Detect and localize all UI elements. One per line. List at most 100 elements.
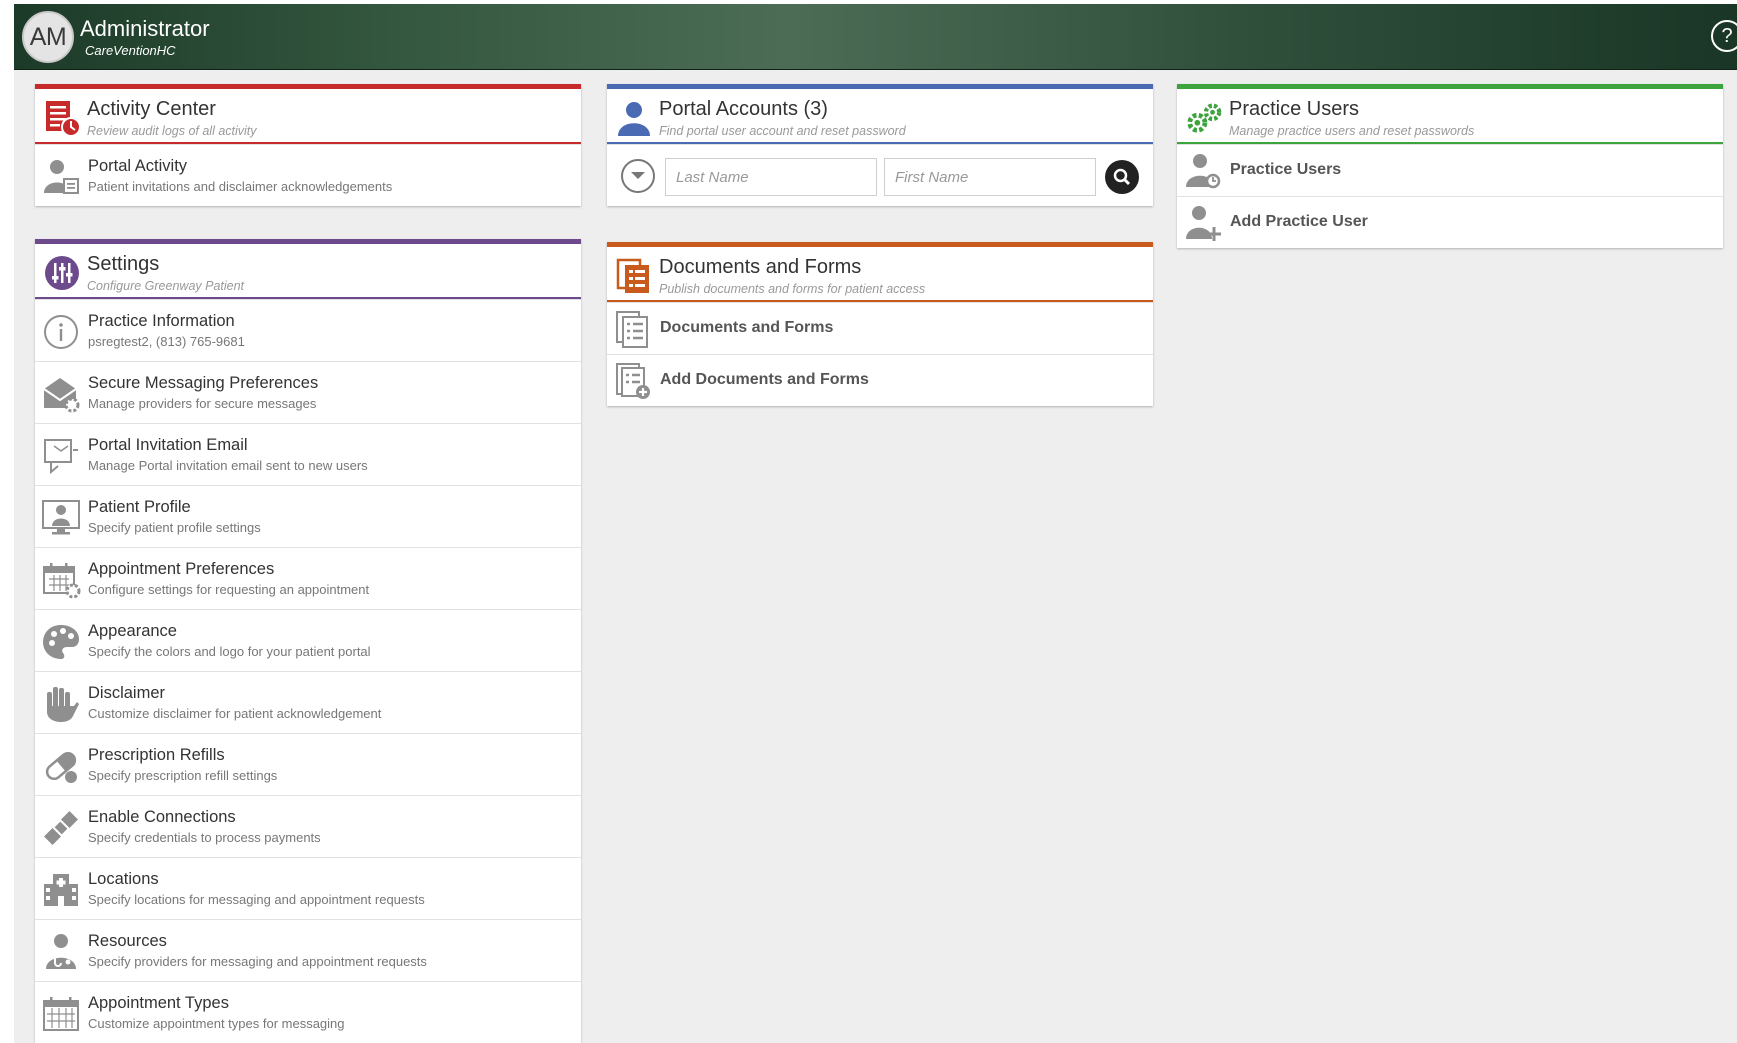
settings-item-appearance[interactable]: Appearance Specify the colors and logo f… (35, 609, 581, 671)
patient-monitor-icon (41, 498, 81, 538)
item-title: Disclaimer (88, 684, 166, 702)
item-title: Enable Connections (88, 808, 236, 826)
practice-users-header[interactable]: Practice Users Manage practice users and… (1177, 84, 1723, 144)
activity-item-portal-activity[interactable]: Portal Activity Patient invitations and … (35, 144, 581, 206)
item-title: Patient Profile (88, 498, 191, 516)
search-icon[interactable] (1105, 160, 1139, 194)
info-icon (41, 312, 81, 352)
item-subtitle: psregtest2, (813) 765-9681 (88, 334, 245, 349)
pill-icon (41, 746, 81, 786)
item-title: Practice Users (1230, 161, 1342, 178)
documents-forms-title: Documents and Forms (659, 256, 862, 278)
documents-item-documents-and-forms[interactable]: Documents and Forms (607, 302, 1153, 354)
settings-item-enable-connections[interactable]: Enable Connections Specify credentials t… (35, 795, 581, 857)
item-title: Practice Information (88, 312, 235, 330)
question-circle-icon[interactable]: ? (1711, 20, 1737, 52)
documents-icon (615, 257, 653, 295)
settings-item-patient-profile[interactable]: Patient Profile Specify patient profile … (35, 485, 581, 547)
item-subtitle: Customize appointment types for messagin… (88, 1016, 345, 1031)
calendar-gear-icon (41, 560, 81, 600)
practice-item-add-practice-user[interactable]: Add Practice User (1177, 196, 1723, 248)
settings-item-prescription-refills[interactable]: Prescription Refills Specify prescriptio… (35, 733, 581, 795)
portal-search-bar (607, 144, 1153, 206)
item-title: Appointment Types (88, 994, 229, 1012)
item-title: Secure Messaging Preferences (88, 374, 319, 392)
first-name-input[interactable] (884, 158, 1096, 196)
item-subtitle: Specify prescription refill settings (88, 768, 278, 783)
practice-users-title: Practice Users (1229, 98, 1360, 120)
item-subtitle: Specify providers for messaging and appo… (88, 954, 427, 969)
plug-icon (41, 808, 81, 848)
portal-accounts-card: Portal Accounts (3) Find portal user acc… (607, 84, 1153, 206)
portal-accounts-subtitle: Find portal user account and reset passw… (659, 124, 906, 138)
settings-item-locations[interactable]: Locations Specify locations for messagin… (35, 857, 581, 919)
documents-forms-subtitle: Publish documents and forms for patient … (659, 282, 926, 296)
chevron-down-icon[interactable] (621, 159, 655, 193)
item-title: Prescription Refills (88, 746, 225, 764)
sliders-icon (43, 254, 81, 292)
item-subtitle: Customize disclaimer for patient acknowl… (88, 706, 382, 721)
user-name: Administrator (80, 16, 210, 41)
item-subtitle: Configure settings for requesting an app… (88, 582, 370, 597)
documents-forms-header[interactable]: Documents and Forms Publish documents an… (607, 242, 1153, 302)
organization-name: CareVentionHC (85, 43, 176, 58)
portal-accounts-title: Portal Accounts (3) (659, 98, 828, 120)
document-add-icon (613, 361, 653, 401)
item-title: Appointment Preferences (88, 560, 275, 578)
last-name-input[interactable] (665, 158, 877, 196)
item-subtitle: Manage providers for secure messages (88, 396, 317, 411)
user-add-icon (1183, 203, 1223, 243)
user-icon (615, 99, 653, 137)
settings-item-practice-information[interactable]: Practice Information psregtest2, (813) 7… (35, 299, 581, 361)
building-icon (41, 870, 81, 910)
documents-item-add-documents-and-forms[interactable]: Add Documents and Forms (607, 354, 1153, 406)
activity-center-header[interactable]: Activity Center Review audit logs of all… (35, 84, 581, 144)
item-title: Add Documents and Forms (660, 371, 869, 388)
settings-item-resources[interactable]: Resources Specify providers for messagin… (35, 919, 581, 981)
settings-item-appointment-preferences[interactable]: Appointment Preferences Configure settin… (35, 547, 581, 609)
item-subtitle: Specify patient profile settings (88, 520, 261, 535)
item-title: Portal Invitation Email (88, 436, 248, 454)
avatar[interactable]: AM (22, 11, 74, 63)
settings-item-secure-messaging[interactable]: Secure Messaging Preferences Manage prov… (35, 361, 581, 423)
item-subtitle: Patient invitations and disclaimer ackno… (88, 179, 393, 194)
hand-icon (41, 684, 81, 724)
item-title: Portal Activity (88, 157, 188, 175)
document-list-icon (613, 309, 653, 349)
calendar-icon (41, 994, 81, 1034)
app-window: AM Administrator CareVentionHC ? Activit… (14, 4, 1737, 1043)
palette-icon (41, 622, 81, 662)
portal-accounts-header[interactable]: Portal Accounts (3) Find portal user acc… (607, 84, 1153, 144)
item-title: Appearance (88, 622, 177, 640)
item-subtitle: Specify the colors and logo for your pat… (88, 644, 371, 659)
gears-icon (1185, 99, 1223, 137)
envelope-gear-icon (41, 374, 81, 414)
item-title: Documents and Forms (660, 319, 834, 336)
user-refresh-icon (1183, 151, 1223, 191)
settings-item-disclaimer[interactable]: Disclaimer Customize disclaimer for pati… (35, 671, 581, 733)
activity-center-title: Activity Center (87, 98, 216, 120)
settings-title: Settings (87, 253, 160, 275)
item-subtitle: Manage Portal invitation email sent to n… (88, 458, 368, 473)
settings-header[interactable]: Settings Configure Greenway Patient (35, 239, 581, 299)
practice-users-subtitle: Manage practice users and reset password… (1229, 124, 1475, 138)
top-bar: AM Administrator CareVentionHC ? (14, 4, 1737, 70)
activity-center-card: Activity Center Review audit logs of all… (35, 84, 581, 206)
item-subtitle: Specify credentials to process payments (88, 830, 321, 845)
practice-item-practice-users[interactable]: Practice Users (1177, 144, 1723, 196)
practice-users-card: Practice Users Manage practice users and… (1177, 84, 1723, 248)
doctor-icon (41, 932, 81, 972)
settings-subtitle: Configure Greenway Patient (87, 279, 245, 293)
documents-forms-card: Documents and Forms Publish documents an… (607, 242, 1153, 406)
settings-item-portal-invitation-email[interactable]: Portal Invitation Email Manage Portal in… (35, 423, 581, 485)
audit-log-icon (43, 99, 81, 137)
item-subtitle: Specify locations for messaging and appo… (88, 892, 425, 907)
settings-card: Settings Configure Greenway Patient Prac… (35, 239, 581, 1043)
item-title: Add Practice User (1230, 213, 1368, 230)
settings-item-appointment-types[interactable]: Appointment Types Customize appointment … (35, 981, 581, 1043)
user-log-icon (41, 157, 81, 197)
item-title: Locations (88, 870, 159, 888)
item-title: Resources (88, 932, 167, 950)
activity-center-subtitle: Review audit logs of all activity (87, 124, 257, 138)
invitation-email-icon (41, 436, 81, 476)
